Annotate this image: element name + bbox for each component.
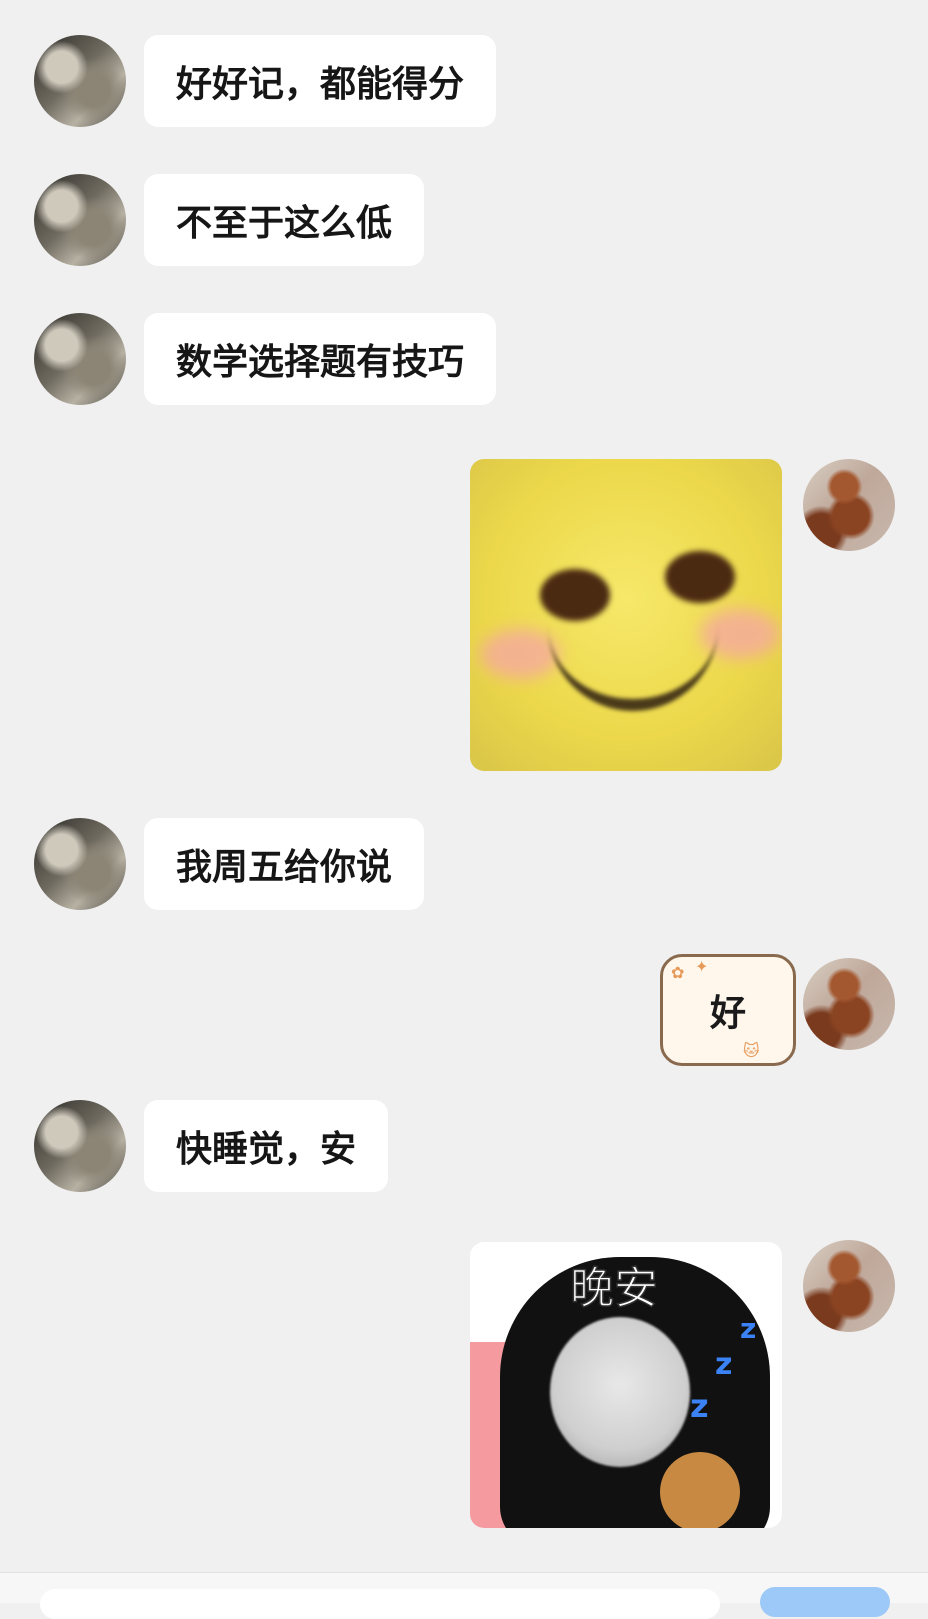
- sleep-z-icon: z: [715, 1347, 733, 1382]
- message-bubble[interactable]: 数学选择题有技巧: [144, 313, 497, 405]
- sticker-caption: 晚安: [569, 1262, 659, 1315]
- my-avatar[interactable]: [803, 1240, 895, 1332]
- message-bubble[interactable]: 快睡觉，安: [144, 1100, 389, 1192]
- message-bubble[interactable]: 好好记，都能得分: [144, 35, 497, 127]
- message-bubble[interactable]: 我周五给你说: [144, 818, 425, 910]
- contact-avatar[interactable]: [34, 35, 126, 127]
- contact-avatar[interactable]: [34, 1100, 126, 1192]
- cat-icon: 🐱: [743, 1041, 760, 1060]
- flower-icon: ✿: [671, 963, 685, 982]
- my-avatar[interactable]: [803, 958, 895, 1050]
- sparkle-icon: ✦: [695, 957, 709, 976]
- panda-face: [550, 1317, 690, 1467]
- sleep-z-icon: z: [740, 1312, 757, 1345]
- contact-avatar[interactable]: [34, 313, 126, 405]
- cat-note-sticker[interactable]: ✿ ✦ 好 🐱: [660, 954, 796, 1066]
- my-avatar[interactable]: [803, 459, 895, 551]
- contact-avatar[interactable]: [34, 174, 126, 266]
- message-input[interactable]: [40, 1589, 720, 1619]
- contact-avatar[interactable]: [34, 818, 126, 910]
- sleep-z-icon: z: [690, 1387, 709, 1425]
- blushing-smile-sticker[interactable]: [470, 459, 782, 771]
- sticker-mouth: [548, 609, 718, 711]
- message-bubble[interactable]: 不至于这么低: [144, 174, 425, 266]
- send-button[interactable]: [760, 1587, 890, 1617]
- panda-goodnight-sticker[interactable]: 晚安 z z z: [470, 1242, 782, 1528]
- sticker-text: 好: [709, 993, 746, 1034]
- teddy-bear-icon: [660, 1452, 740, 1528]
- sticker-eye: [665, 551, 735, 603]
- input-bar: [0, 1572, 928, 1619]
